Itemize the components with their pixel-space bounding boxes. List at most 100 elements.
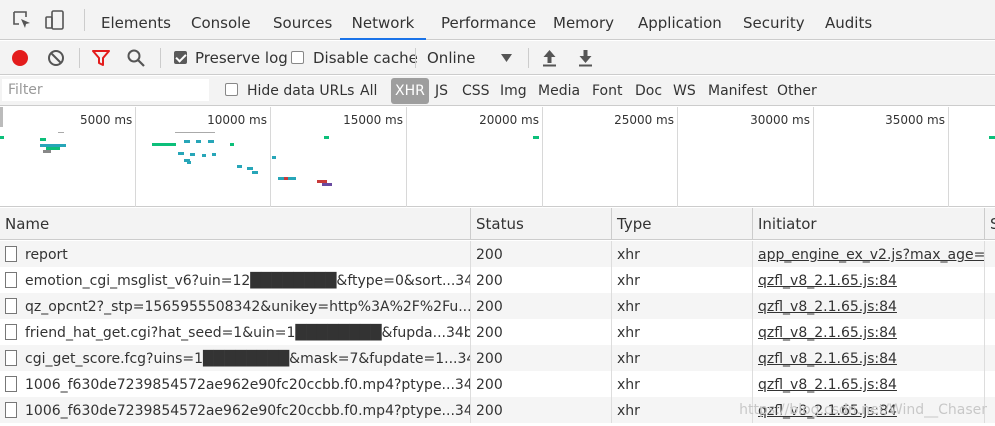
overview-request-bar [0,136,4,139]
filter-input[interactable] [2,79,209,101]
tab-performance[interactable]: Performance [441,0,536,40]
filter-type-css[interactable]: CSS [462,78,490,104]
overview-request-bar [272,156,276,159]
overview-tick-label: 35000 ms [885,113,945,127]
table-row[interactable]: friend_hat_get.cgi?hat_seed=1&uin=1█████… [0,319,995,345]
filter-type-img[interactable]: Img [500,78,527,104]
filter-type-manifest[interactable]: Manifest [708,78,768,104]
file-icon [5,272,17,288]
overview-tick-label: 10000 ms [207,113,267,127]
request-status: 200 [471,267,612,293]
file-icon [5,350,17,366]
record-icon[interactable] [11,49,29,67]
request-name[interactable]: report [25,247,68,263]
request-initiator-link[interactable]: qzfl_v8_2.1.65.js:84 [758,377,897,393]
tab-console[interactable]: Console [191,0,251,40]
file-icon [5,246,17,262]
disable-cache-label[interactable]: Disable cache [313,41,418,75]
hide-data-urls-label[interactable]: Hide data URLs [247,78,354,104]
file-icon [5,376,17,392]
toolbar-divider [79,48,80,68]
tab-network[interactable]: Network [340,0,426,40]
request-initiator-cell: qzfl_v8_2.1.65.js:84 [753,371,985,397]
column-header-status[interactable]: Status [471,208,612,240]
request-type: xhr [612,267,753,293]
column-header-name[interactable]: Name [0,208,471,240]
filter-type-all[interactable]: All [360,78,377,104]
column-header-size[interactable]: S [985,208,995,240]
preserve-log-checkbox[interactable] [174,51,187,64]
overview-tick-label: 5000 ms [80,113,133,127]
filter-type-other[interactable]: Other [777,78,817,104]
overview-request-bar [252,171,258,174]
filter-type-doc[interactable]: Doc [635,78,662,104]
search-icon[interactable] [127,49,145,67]
overview-request-bar [43,150,51,153]
request-name[interactable]: emotion_cgi_msglist_v6?uin=12████████&ft… [25,273,470,289]
filter-type-media[interactable]: Media [538,78,580,104]
filter-type-js[interactable]: JS [435,78,448,104]
tab-application[interactable]: Application [638,0,722,40]
request-initiator-link[interactable]: app_engine_ex_v2.js?max_age=... [758,247,984,263]
request-type: xhr [612,345,753,371]
export-har-icon[interactable] [578,49,593,67]
request-name[interactable]: qz_opcnt2?_stp=1565955508342&unikey=http… [25,299,470,315]
network-overview[interactable]: 5000 ms 10000 ms 15000 ms 20000 ms 25000… [0,107,995,207]
overview-request-bar [58,132,64,133]
import-har-icon[interactable] [542,49,557,67]
overview-request-bar [152,143,176,146]
overview-handle-left[interactable] [0,107,3,127]
table-row[interactable]: emotion_cgi_msglist_v6?uin=12████████&ft… [0,267,995,293]
filter-bar: Hide data URLs All XHR JS CSS Img Media … [0,76,995,106]
request-initiator-link[interactable]: qzfl_v8_2.1.65.js:84 [758,299,897,315]
tab-audits[interactable]: Audits [825,0,872,40]
tab-sources[interactable]: Sources [273,0,332,40]
chevron-down-icon[interactable] [501,54,512,62]
inspect-element-icon[interactable] [11,9,33,31]
request-initiator-cell: qzfl_v8_2.1.65.js:84 [753,319,985,345]
request-name[interactable]: cgi_get_score.fcg?uins=1████████&mask=7&… [25,351,470,367]
preserve-log-label[interactable]: Preserve log [195,41,288,75]
request-initiator-link[interactable]: qzfl_v8_2.1.65.js:84 [758,273,897,289]
request-name[interactable]: friend_hat_get.cgi?hat_seed=1&uin=1█████… [25,325,470,341]
table-row[interactable]: report 200 xhr app_engine_ex_v2.js?max_a… [0,241,995,267]
filter-icon[interactable] [92,50,110,66]
tab-security[interactable]: Security [743,0,805,40]
request-name-cell: cgi_get_score.fcg?uins=1████████&mask=7&… [0,345,471,371]
request-name-cell: 1006_f630de7239854572ae962e90fc20ccbb.f0… [0,397,471,423]
overview-request-bar [247,167,253,170]
device-toolbar-icon[interactable] [44,9,66,31]
tab-elements[interactable]: Elements [101,0,171,40]
throttling-select[interactable]: Online [427,41,475,75]
table-row[interactable]: qz_opcnt2?_stp=1565955508342&unikey=http… [0,293,995,319]
column-header-type[interactable]: Type [612,208,753,240]
table-row[interactable]: 1006_f630de7239854572ae962e90fc20ccbb.f0… [0,371,995,397]
overview-request-bar [212,153,216,156]
request-initiator-cell: qzfl_v8_2.1.65.js:84 [753,345,985,371]
overview-gridline [948,107,949,207]
devtools-tab-bar: Elements Console Sources Network Perform… [0,0,995,40]
request-name[interactable]: 1006_f630de7239854572ae962e90fc20ccbb.f0… [25,377,470,393]
requests-table-header: Name Status Type Initiator S [0,208,995,240]
hide-data-urls-checkbox[interactable] [225,83,238,96]
filter-type-xhr[interactable]: XHR [391,78,429,104]
filter-type-ws[interactable]: WS [673,78,696,104]
filter-type-font[interactable]: Font [592,78,622,104]
request-name[interactable]: 1006_f630de7239854572ae962e90fc20ccbb.f0… [25,403,470,419]
table-row[interactable]: cgi_get_score.fcg?uins=1████████&mask=7&… [0,345,995,371]
request-name-cell: friend_hat_get.cgi?hat_seed=1&uin=1█████… [0,319,471,345]
column-header-initiator[interactable]: Initiator [753,208,985,240]
request-initiator-link[interactable]: qzfl_v8_2.1.65.js:84 [758,325,897,341]
request-initiator-link[interactable]: qzfl_v8_2.1.65.js:84 [758,351,897,367]
request-name-cell: qz_opcnt2?_stp=1565955508342&unikey=http… [0,293,471,319]
disable-cache-checkbox[interactable] [291,51,304,64]
overview-request-bar [284,177,288,180]
watermark: https://blog.csdn.net/Wind__Chaser [739,402,987,418]
overview-request-bar [230,143,234,146]
overview-request-bar [196,140,201,143]
overview-gridline [406,107,407,207]
file-icon [5,298,17,314]
tab-memory[interactable]: Memory [553,0,614,40]
request-status: 200 [471,241,612,267]
clear-icon[interactable] [47,49,65,67]
